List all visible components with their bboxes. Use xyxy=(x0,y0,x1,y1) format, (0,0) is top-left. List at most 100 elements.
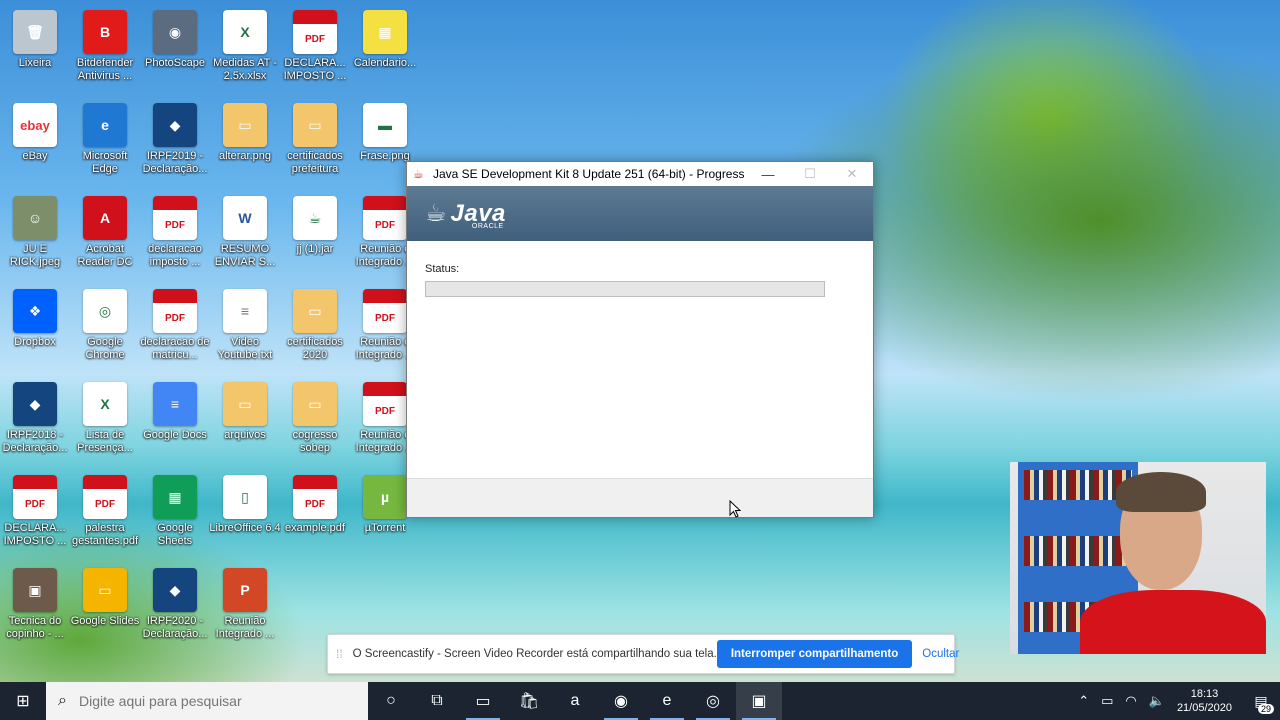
desktop-icon[interactable]: X Lista de Presença... xyxy=(70,376,140,466)
desktop-icon-label: Video Youtube.txt xyxy=(217,336,273,361)
desktop-icon[interactable]: ≡ Google Docs xyxy=(140,376,210,466)
desktop-icon-label: Google Sheets xyxy=(157,522,193,547)
desktop-icon-label: declaracao imposto ... xyxy=(148,243,202,268)
taskbar-task-view-icon[interactable]: ⧉ xyxy=(414,682,460,720)
desktop-icon-image-icon: ebay xyxy=(13,103,57,147)
desktop-icon-label: DECLARA... IMPOSTO ... xyxy=(3,522,67,547)
desktop-icon-image-icon: ▭ xyxy=(223,382,267,426)
desktop-icon-label: RESUMO ENVIAR S... xyxy=(214,243,276,268)
minimize-button[interactable]: — xyxy=(747,162,789,186)
desktop-icon[interactable]: PDF DECLARA... IMPOSTO ... xyxy=(280,4,350,94)
desktop-icon[interactable]: ≡ Video Youtube.txt xyxy=(210,283,280,373)
person-hair xyxy=(1116,472,1206,512)
desktop-icon-image-icon: PDF xyxy=(293,10,337,54)
desktop-icon[interactable]: PDF declaracao imposto ... xyxy=(140,190,210,280)
desktop-icon-image-icon: ▭ xyxy=(293,289,337,333)
hide-button[interactable]: Ocultar xyxy=(922,648,959,660)
desktop-icon[interactable]: ▯ LibreOffice 6.4 xyxy=(209,469,281,559)
search-input[interactable] xyxy=(78,693,339,709)
desktop-icon-label: alterar.png xyxy=(219,150,271,162)
desktop-icon[interactable]: X Medidas AT - 2.5x.xlsx xyxy=(210,4,280,94)
desktop-icon[interactable]: A Acrobat Reader DC xyxy=(70,190,140,280)
desktop-icon-image-icon: ▣ xyxy=(13,568,57,612)
taskbar-cortana-icon[interactable]: ○ xyxy=(368,682,414,720)
desktop-icon[interactable]: ▭ Google Slides xyxy=(70,562,140,652)
desktop-icon[interactable]: ❖ Dropbox xyxy=(0,283,70,373)
desktop-icon[interactable]: P Reunião Integrado ... xyxy=(210,562,280,652)
webcam-overlay xyxy=(1010,462,1266,654)
desktop-icon-label: certificados 2020 xyxy=(287,336,343,361)
notification-center-icon[interactable]: ▤ 29 xyxy=(1242,682,1280,720)
desktop-icon-label: Lixeira xyxy=(18,57,52,69)
desktop-icon[interactable]: 🗑 Lixeira xyxy=(0,4,70,94)
java-logo: ☕ Java ORACLE xyxy=(425,199,505,230)
desktop-icon-image-icon: ☕ xyxy=(293,196,337,240)
desktop-icon[interactable]: ◆ IRPF2018 - Declaração... xyxy=(0,376,70,466)
taskbar-edge-icon[interactable]: e xyxy=(644,682,690,720)
clock[interactable]: 18:13 21/05/2020 xyxy=(1177,687,1232,715)
desktop-icon[interactable]: ◆ IRPF2019 - Declaração... xyxy=(140,97,210,187)
desktop-icon[interactable]: ▣ Tecnica do copinho - ... xyxy=(0,562,70,652)
desktop-icon[interactable]: ▭ alterar.png xyxy=(210,97,280,187)
desktop-icon[interactable]: ▭ certificados prefeitura xyxy=(280,97,350,187)
desktop-icon[interactable]: ◆ IRPF2020 - Declaração... xyxy=(140,562,210,652)
notification-count-badge: 29 xyxy=(1257,704,1274,714)
desktop-icon-label: Medidas AT - 2.5x.xlsx xyxy=(213,57,277,82)
taskbar-file-explorer-icon[interactable]: ▭ xyxy=(460,682,506,720)
desktop-icon[interactable]: ▭ cogresso sobep xyxy=(280,376,350,466)
desktop-icon-label: jj (1).jar xyxy=(296,243,334,255)
desktop-icon-image-icon: B xyxy=(83,10,127,54)
desktop-icon-image-icon: ≡ xyxy=(153,382,197,426)
taskbar-search[interactable]: ⌕ xyxy=(46,682,368,720)
taskbar-amazon-icon[interactable]: a xyxy=(552,682,598,720)
dialog-titlebar[interactable]: ☕ Java SE Development Kit 8 Update 251 (… xyxy=(407,162,873,186)
desktop-icon[interactable]: e Microsoft Edge xyxy=(70,97,140,187)
desktop-icon[interactable]: ebay eBay xyxy=(0,97,70,187)
stop-sharing-button[interactable]: Interromper compartilhamento xyxy=(716,640,913,668)
desktop-icon[interactable]: PDF example.pdf xyxy=(280,469,350,559)
sharing-message: O Screencastify - Screen Video Recorder … xyxy=(352,648,717,660)
desktop-icon[interactable]: ☺ JU E RICK.jpeg xyxy=(0,190,70,280)
desktop-icon[interactable]: ☕ jj (1).jar xyxy=(280,190,350,280)
desktop-icon-label: IRPF2020 - Declaração... xyxy=(142,615,208,640)
desktop-icon-label: Google Slides xyxy=(70,615,140,627)
desktop-icon-label: LibreOffice 6.4 xyxy=(209,522,281,534)
desktop-icon-image-icon: ◆ xyxy=(13,382,57,426)
taskbar-java-installer-icon[interactable]: ▣ xyxy=(736,682,782,720)
taskbar-firefox-icon[interactable]: ◉ xyxy=(598,682,644,720)
java-banner: ☕ Java ORACLE xyxy=(407,186,873,241)
battery-icon[interactable]: ▭ xyxy=(1101,693,1113,709)
desktop-icon-image-icon: ▭ xyxy=(293,382,337,426)
desktop-icon-label: cogresso sobep xyxy=(292,429,338,454)
person-shirt xyxy=(1080,590,1266,654)
desktop-icon-image-icon: µ xyxy=(363,475,407,519)
desktop-icon[interactable]: PDF palestra gestantes.pdf xyxy=(70,469,140,559)
wifi-icon[interactable]: ◠ xyxy=(1125,693,1136,709)
desktop-icon-image-icon: ▦ xyxy=(153,475,197,519)
desktop-icon[interactable]: PDF DECLARA... IMPOSTO ... xyxy=(0,469,70,559)
windows-start-icon[interactable]: ⊞ xyxy=(0,682,46,720)
desktop-icon-label: Calendario... xyxy=(353,57,417,69)
dialog-footer xyxy=(407,478,873,517)
clock-date: 21/05/2020 xyxy=(1176,702,1232,714)
close-button: ✕ xyxy=(846,166,858,181)
desktop-icon[interactable]: ▭ arquivos xyxy=(210,376,280,466)
taskbar-apps: ○ ⧉ ▭ 🛍 a ◉ e ◎ ▣ xyxy=(368,682,782,720)
desktop-icon[interactable]: ▦ Calendario... xyxy=(350,4,420,94)
desktop-icon[interactable]: ▦ Google Sheets xyxy=(140,469,210,559)
desktop-icon[interactable]: W RESUMO ENVIAR S... xyxy=(210,190,280,280)
desktop-icon-label: PhotoScape xyxy=(145,57,205,69)
volume-icon[interactable]: 🔈 xyxy=(1149,693,1165,709)
drag-handle-icon[interactable]: ⁞⁞ xyxy=(336,647,343,661)
show-hidden-icons-icon[interactable]: ⌃ xyxy=(1078,693,1089,709)
clock-time: 18:13 xyxy=(1190,688,1219,700)
desktop-icon-image-icon: ▭ xyxy=(83,568,127,612)
desktop-icon[interactable]: B Bitdefender Antivirus ... xyxy=(70,4,140,94)
desktop-icon-label: arquivos xyxy=(224,429,266,441)
taskbar-store-icon[interactable]: 🛍 xyxy=(506,682,552,720)
desktop-icon[interactable]: ◉ PhotoScape xyxy=(140,4,210,94)
desktop-icon[interactable]: ◎ Google Chrome xyxy=(70,283,140,373)
desktop-icon[interactable]: PDF declaracao de matricu... xyxy=(140,283,210,373)
desktop-icon[interactable]: ▭ certificados 2020 xyxy=(280,283,350,373)
taskbar-chrome-icon[interactable]: ◎ xyxy=(690,682,736,720)
